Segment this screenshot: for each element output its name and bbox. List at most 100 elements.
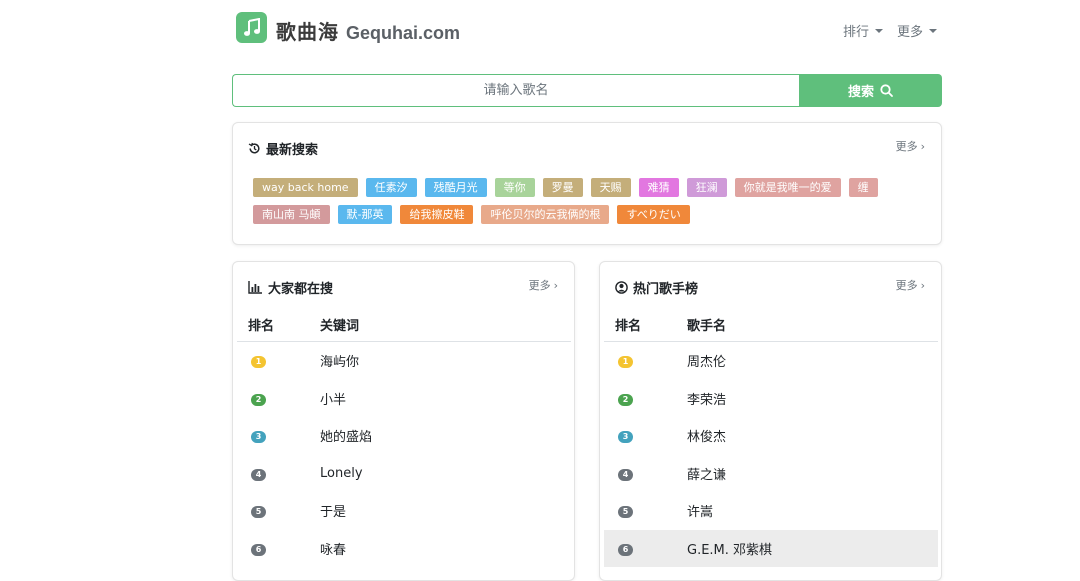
name-cell[interactable]: 于是	[320, 501, 571, 520]
hot-search-more-link[interactable]: 更多 ›	[529, 277, 558, 293]
rank-cell: 5	[237, 503, 320, 519]
name-cell[interactable]: 许嵩	[687, 501, 938, 520]
name-cell[interactable]: 林俊杰	[687, 426, 938, 445]
rank-cell: 3	[604, 428, 687, 444]
search-tag[interactable]: 天赐	[590, 178, 631, 197]
nav-more-label: 更多	[896, 25, 923, 40]
rank-badge: 6	[251, 543, 266, 556]
table-row[interactable]: 4 Lonely	[237, 455, 571, 493]
rank-cell: 4	[237, 466, 320, 481]
recent-tags: way back home 任素汐 残酷月光 等你 罗曼 天赐 难猜 狂澜 你就是我唯一的爱缠南…	[253, 178, 893, 224]
hot-search-more-label: 更多	[528, 279, 551, 292]
search-tag[interactable]: 给我擦皮鞋	[400, 205, 474, 224]
table-row[interactable]: 1 海屿你	[237, 342, 571, 380]
hot-search-title: 大家都在搜	[248, 278, 333, 297]
table-row[interactable]: 3 林俊杰	[604, 417, 938, 455]
hot-search-rows: 1 海屿你 2 小半 3 她的盛焰 4 Lonely 5 于是 6 咏春	[237, 342, 571, 567]
rank-badge: 5	[251, 506, 266, 519]
hot-singers-title: 热门歌手榜	[615, 278, 698, 297]
rank-badge: 5	[618, 506, 633, 519]
table-row[interactable]: 4 薛之谦	[604, 455, 938, 493]
rank-cell: 6	[604, 541, 687, 556]
name-cell[interactable]: 咏春	[320, 539, 571, 558]
rank-badge: 3	[618, 431, 633, 444]
search-button-label: 搜索	[847, 85, 874, 100]
rank-cell: 6	[237, 541, 320, 556]
rank-badge: 6	[618, 543, 633, 556]
name-cell[interactable]: G.E.M. 邓紫棋	[687, 539, 938, 558]
keyword-column-header: 关键词	[320, 319, 360, 334]
name-cell[interactable]: 她的盛焰	[320, 426, 571, 445]
site-logo[interactable]: 歌曲海 Gequhai.com	[276, 16, 460, 45]
music-note-icon	[243, 17, 260, 36]
hot-singers-more-link[interactable]: 更多 ›	[896, 277, 925, 293]
rank-cell: 1	[237, 353, 320, 369]
caret-down-icon	[874, 28, 883, 33]
rank-badge: 1	[251, 356, 266, 369]
rank-cell: 3	[237, 428, 320, 444]
nav-ranking-label: 排行	[842, 25, 869, 40]
hot-search-card: 大家都在搜 更多 › 排名 关键词 1 海屿你 2 小半 3 她的盛焰 4 Lonely 5 于是…	[232, 261, 575, 581]
search-button[interactable]: 搜索	[799, 74, 942, 107]
table-row[interactable]: 3 她的盛焰	[237, 417, 571, 455]
search-input[interactable]	[232, 74, 799, 107]
chevron-right-icon: ›	[920, 139, 925, 153]
name-cell[interactable]: 李荣浩	[687, 389, 938, 408]
recent-searches-heading: 最新搜索	[266, 143, 319, 158]
table-row[interactable]: 6 咏春	[237, 530, 571, 568]
singer-column-header: 歌手名	[687, 319, 727, 334]
name-cell[interactable]: 薛之谦	[687, 464, 938, 483]
rank-badge: 4	[618, 468, 633, 481]
name-cell[interactable]: 海屿你	[320, 351, 571, 370]
search-tag[interactable]: 呼伦贝尔的云我俩的根	[481, 205, 610, 224]
logo-title-en: Gequhai.com	[346, 23, 461, 43]
rank-column-header: 排名	[615, 319, 642, 334]
chevron-right-icon: ›	[553, 278, 558, 292]
recent-searches-title: 最新搜索	[248, 139, 318, 158]
hot-singers-card: 热门歌手榜 更多 › 排名 歌手名 1 周杰伦 2 李荣浩 3 林俊杰 4 薛之谦 5 许嵩 6 G.…	[599, 261, 942, 581]
search-tag[interactable]: 默-那英	[337, 205, 393, 224]
recent-more-link[interactable]: 更多 ›	[896, 138, 925, 154]
table-row[interactable]: 5 于是	[237, 492, 571, 530]
recent-more-label: 更多	[895, 140, 918, 153]
rank-cell: 4	[604, 466, 687, 481]
nav-ranking-dropdown[interactable]: 排行	[843, 21, 883, 40]
table-row[interactable]: 2 李荣浩	[604, 380, 938, 418]
rank-badge: 1	[618, 356, 633, 369]
search-tag[interactable]: 罗曼	[542, 178, 583, 197]
table-row[interactable]: 6 G.E.M. 邓紫棋	[604, 529, 938, 567]
rank-cell: 2	[604, 391, 687, 406]
search-tag[interactable]: すべりだい	[617, 205, 690, 224]
history-icon	[248, 142, 260, 154]
recent-searches-card: 最新搜索 更多 › way back home 任素汐 残酷月光 等你 罗曼 天赐 难猜 狂澜…	[232, 122, 942, 245]
table-header: 排名 关键词	[237, 308, 571, 342]
search-tag[interactable]: 任素汐	[365, 178, 417, 197]
search-tag[interactable]: 等你	[494, 178, 535, 197]
rank-badge: 2	[618, 393, 633, 406]
search-tag[interactable]: 你就是我唯一的爱	[734, 178, 841, 197]
hot-singers-heading: 热门歌手榜	[633, 282, 699, 297]
caret-down-icon	[929, 28, 937, 33]
search-tag[interactable]: 残酷月光	[424, 178, 487, 197]
table-row[interactable]: 2 小半	[237, 380, 571, 418]
rank-badge: 3	[251, 431, 266, 444]
table-row[interactable]: 1 周杰伦	[604, 342, 938, 380]
search-tag[interactable]: 狂澜	[686, 178, 727, 197]
rank-cell: 1	[604, 353, 687, 369]
search-tag[interactable]: 难猜	[638, 178, 679, 197]
bar-chart-icon	[248, 281, 262, 294]
search-tag[interactable]: way back home	[253, 178, 358, 197]
name-cell[interactable]: 周杰伦	[687, 351, 938, 370]
name-cell[interactable]: 小半	[320, 389, 571, 408]
table-row[interactable]: 5 许嵩	[604, 492, 938, 530]
name-cell[interactable]: Lonely	[320, 466, 571, 481]
top-nav: 排行 更多	[843, 21, 937, 40]
rank-cell: 2	[237, 391, 320, 406]
hot-search-heading: 大家都在搜	[268, 282, 334, 297]
search-tag[interactable]: 缠	[848, 178, 878, 197]
hot-singers-more-label: 更多	[895, 279, 918, 292]
chevron-right-icon: ›	[920, 278, 925, 292]
nav-more-dropdown[interactable]: 更多	[897, 21, 937, 40]
search-tag[interactable]: 南山南 马頔	[253, 205, 330, 224]
logo-icon[interactable]	[236, 12, 267, 43]
